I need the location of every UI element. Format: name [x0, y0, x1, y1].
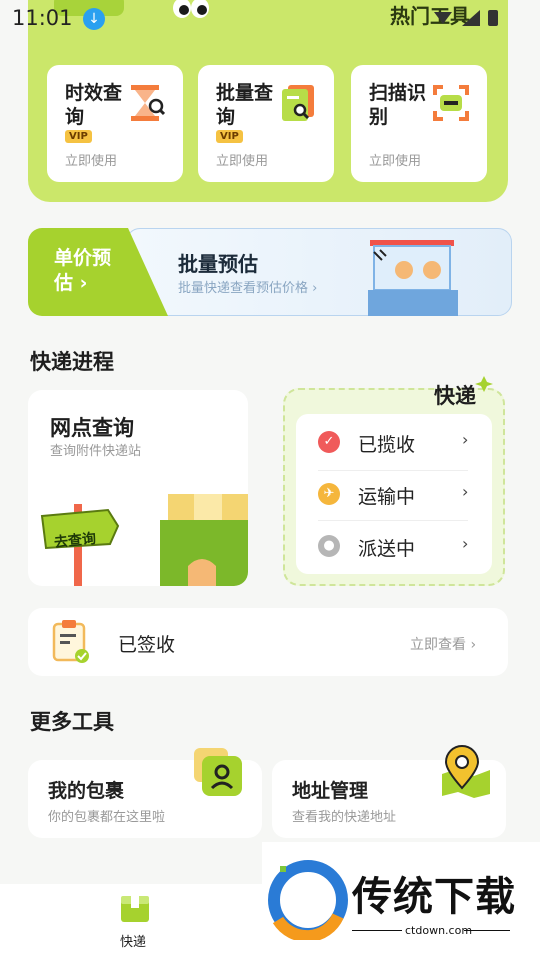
scan-icon: [433, 85, 469, 121]
address-management-subtitle: 查看我的快递地址: [292, 810, 397, 825]
shop-counter-illustration: [368, 240, 458, 316]
express-status-title: 快递: [434, 384, 476, 408]
download-icon: ↓: [83, 8, 105, 30]
courier-icon: ●: [318, 535, 340, 557]
leaf-icon: [475, 376, 493, 392]
section-title-more-tools: 更多工具: [30, 710, 114, 734]
check-circle-icon: ✓: [318, 431, 340, 453]
tool-card-timeliness[interactable]: 时效查询 VIP 立即使用: [47, 65, 183, 182]
status-label: 已揽收: [358, 434, 416, 456]
vip-badge: VIP: [216, 130, 243, 143]
status-row-collected[interactable]: ✓ 已揽收 ›: [296, 416, 492, 468]
watermark-line-right: [464, 930, 510, 931]
hourglass-search-icon: [131, 85, 165, 121]
tool-action: 立即使用: [65, 154, 118, 169]
tool-title: 时效查询: [65, 82, 123, 128]
batch-estimate-title: 批量预估: [178, 252, 258, 276]
package-user-icon: [194, 748, 242, 796]
tool-card-batch-query[interactable]: 批量查询 VIP 立即使用: [198, 65, 334, 182]
express-status-list: ✓ 已揽收 › ✈ 运输中 › ● 派送中 ›: [296, 414, 492, 574]
tab-express-label[interactable]: 快递: [120, 931, 146, 950]
mascot-eyes-icon: [173, 0, 209, 18]
status-label: 派送中: [358, 538, 416, 560]
section-title-progress: 快递进程: [30, 350, 114, 374]
signed-card[interactable]: 已签收 立即查看 ›: [28, 608, 508, 676]
status-row-delivering[interactable]: ● 派送中 ›: [296, 520, 492, 572]
vip-badge: VIP: [65, 130, 92, 143]
status-row-in-transit[interactable]: ✈ 运输中 ›: [296, 468, 492, 520]
status-icons: [434, 10, 498, 26]
unit-price-estimate-label: 单价预估 ›: [54, 247, 112, 294]
batch-estimate-subtitle: 批量快递查看预估价格 ›: [178, 281, 318, 296]
chevron-right-icon: ›: [462, 482, 469, 501]
clipboard-check-icon: [52, 620, 89, 663]
network-query-card[interactable]: 网点查询 查询附件快递站 去查询: [28, 390, 248, 586]
signed-label: 已签收: [118, 634, 176, 656]
chevron-right-icon: ›: [462, 430, 469, 449]
location-pin-icon: [442, 745, 490, 798]
watermark-logo: [268, 860, 348, 940]
tool-card-scan[interactable]: 扫描识别 立即使用: [351, 65, 487, 182]
view-now-link[interactable]: 立即查看 ›: [410, 634, 476, 654]
status-label: 运输中: [358, 486, 416, 508]
network-query-title: 网点查询: [50, 416, 134, 440]
tool-action: 立即使用: [216, 154, 269, 169]
watermark-line-left: [352, 930, 402, 931]
chevron-right-icon: ›: [462, 534, 469, 553]
documents-search-icon: [282, 85, 314, 121]
watermark-url: ctdown.com: [405, 924, 473, 937]
plane-icon: ✈: [318, 483, 340, 505]
package-box-icon[interactable]: [120, 894, 150, 924]
tool-action: 立即使用: [369, 154, 422, 169]
view-now-label: 立即查看: [410, 637, 466, 653]
watermark-text: 传统下载: [352, 874, 516, 920]
status-time: 11:01: [12, 6, 73, 30]
tool-title: 扫描识别: [369, 82, 427, 128]
tool-title: 批量查询: [216, 82, 274, 128]
network-query-subtitle: 查询附件快递站: [50, 444, 142, 459]
my-packages-title: 我的包裹: [48, 780, 125, 802]
my-packages-subtitle: 你的包裹都在这里啦: [48, 810, 166, 825]
address-management-title: 地址管理: [292, 780, 369, 802]
